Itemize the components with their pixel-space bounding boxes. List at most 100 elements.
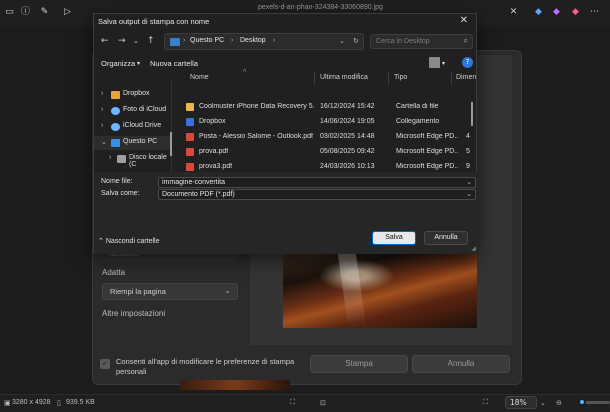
nav-item-icloud-photos[interactable]: › Foto di iCloud: [94, 104, 172, 118]
column-type[interactable]: Tipo: [394, 74, 407, 81]
pdf-icon: [186, 148, 194, 156]
view-chevron-icon[interactable]: ▾: [442, 60, 445, 67]
navigation-pane: › Dropbox › Foto di iCloud › iCloud Driv…: [94, 80, 172, 180]
icloud-photos-icon: [111, 107, 120, 115]
folder-icon: [186, 103, 194, 111]
save-button[interactable]: Salva: [372, 231, 416, 245]
zoom-slider-thumb[interactable]: [578, 398, 586, 406]
list-scrollbar[interactable]: [471, 102, 473, 126]
onenote-icon[interactable]: ◆: [551, 7, 562, 18]
address-bar[interactable]: › Questo PC › Desktop › ⌄ ↻: [164, 33, 364, 50]
expand-icon[interactable]: ›: [101, 90, 103, 97]
expand-icon[interactable]: ›: [109, 154, 111, 161]
checkmark-icon: ✓: [100, 359, 110, 369]
refresh-icon[interactable]: ↻: [353, 37, 359, 45]
breadcrumb-this-pc[interactable]: Questo PC: [190, 37, 224, 44]
file-type: Cartella di file: [396, 103, 439, 110]
chevron-down-icon: ⌄: [224, 286, 231, 295]
nav-scrollbar[interactable]: [170, 132, 172, 156]
file-modified: 03/02/2025 14:48: [320, 133, 375, 140]
nav-item-dropbox[interactable]: › Dropbox: [94, 88, 172, 102]
file-row[interactable]: Posta - Alessio Salome - Outlook.pdf 03/…: [180, 130, 478, 145]
nav-item-icloud-drive[interactable]: › iCloud Drive: [94, 120, 172, 134]
save-fields: Nome file: immagine-convertita ⌄ Salva c…: [94, 172, 478, 202]
column-divider[interactable]: [314, 72, 315, 85]
clipchamp-icon[interactable]: ◆: [570, 7, 581, 18]
fit-label: Adatta: [102, 268, 126, 277]
chevron-down-icon: ⌄: [466, 191, 472, 198]
close-tab-icon[interactable]: ✕: [508, 7, 519, 18]
nav-item-label: Dropbox: [123, 90, 150, 97]
save-dialog: Salva output di stampa con nome ✕ ← → ⌄ …: [93, 13, 478, 254]
collapse-icon[interactable]: ⌄: [101, 138, 107, 146]
file-row[interactable]: prova.pdf 05/08/2025 09:42 Microsoft Edg…: [180, 145, 478, 160]
icloud-drive-icon: [111, 123, 120, 131]
hide-folders-button[interactable]: ⌃ Nascondi cartelle: [98, 237, 160, 245]
more-settings-link[interactable]: Altre impostazioni: [102, 309, 165, 318]
file-modified: 16/12/2024 15:42: [320, 103, 375, 110]
cancel-button[interactable]: Annulla: [424, 231, 468, 245]
filmstrip: [180, 380, 290, 390]
crop-icon[interactable]: ⊡: [320, 399, 326, 407]
help-icon[interactable]: ?: [462, 57, 473, 68]
nav-item-local-disk[interactable]: › Disco locale (C: [94, 152, 172, 168]
more-icon[interactable]: ⋯: [589, 7, 600, 18]
preview-photo: [283, 253, 477, 328]
address-chevron-icon[interactable]: ⌄: [339, 37, 345, 45]
column-modified[interactable]: Ultima modifica: [320, 74, 368, 81]
chevron-down-icon[interactable]: ⌄: [466, 178, 472, 186]
consent-text: Consenti all'app di modificare le prefer…: [116, 357, 295, 376]
nav-item-label: Questo PC: [123, 138, 158, 145]
forward-icon[interactable]: →: [118, 36, 126, 46]
file-name: Dropbox: [199, 118, 226, 125]
close-icon[interactable]: ✕: [460, 15, 468, 26]
image-icon: ▣: [4, 400, 11, 407]
fullscreen-icon[interactable]: ⛶: [483, 399, 488, 407]
column-name[interactable]: Nome: [190, 74, 209, 81]
share-icon[interactable]: ◆: [533, 7, 544, 18]
file-type: Microsoft Edge PD...: [396, 133, 458, 140]
view-options-icon[interactable]: [429, 57, 440, 68]
resize-grip-icon[interactable]: ◢: [471, 245, 476, 252]
fit-window-icon[interactable]: ⛶: [290, 399, 295, 407]
zoom-level[interactable]: 18%: [505, 396, 537, 409]
print-button[interactable]: Stampa: [310, 355, 408, 373]
column-divider[interactable]: [451, 72, 452, 85]
up-icon[interactable]: ↑: [147, 36, 155, 46]
image-dimensions: 3280 x 4928: [12, 399, 51, 406]
expand-icon[interactable]: ›: [101, 122, 103, 129]
print-cancel-button[interactable]: Annulla: [412, 355, 510, 373]
history-chevron-icon[interactable]: ⌄: [133, 37, 139, 45]
savetype-value: Documento PDF (*.pdf): [162, 191, 235, 198]
chevron-up-icon: ⌃: [98, 238, 106, 245]
file-row[interactable]: Coolmuster iPhone Data Recovery 5.3.10 .…: [180, 100, 478, 115]
new-folder-button[interactable]: Nuova cartella: [150, 59, 198, 68]
filename-label: Nome file:: [101, 178, 133, 185]
zoom-out-icon[interactable]: ⊖: [556, 399, 562, 407]
fit-select[interactable]: Riempi la pagina ⌄: [102, 283, 238, 300]
window-title: pexels-d-an-phan-324384-33060890.jpg: [258, 4, 383, 11]
zoom-dropdown-icon[interactable]: ⌄: [540, 399, 546, 407]
column-size[interactable]: Dimen: [456, 74, 476, 81]
expand-icon[interactable]: ›: [101, 106, 103, 113]
column-divider[interactable]: [388, 72, 389, 85]
filename-input[interactable]: immagine-convertita ⌄: [158, 177, 476, 188]
edit-icon[interactable]: ✎: [39, 7, 50, 18]
savetype-select[interactable]: Documento PDF (*.pdf) ⌄: [158, 189, 476, 200]
back-icon[interactable]: ←: [101, 36, 109, 46]
info-icon[interactable]: ⓘ: [20, 7, 31, 18]
slideshow-icon[interactable]: ▷: [62, 7, 73, 18]
savetype-label: Salva come:: [101, 190, 140, 197]
dropbox-folder-icon: [111, 91, 120, 99]
file-size: 5: [466, 148, 470, 155]
folder-icon[interactable]: ▭: [4, 7, 15, 18]
nav-item-this-pc[interactable]: ⌄ Questo PC: [94, 136, 172, 150]
pc-icon: [111, 139, 120, 147]
search-input[interactable]: Cerca in Desktop ⌕: [370, 34, 473, 49]
file-row[interactable]: Dropbox 14/06/2024 19:05 Collegamento: [180, 115, 478, 130]
breadcrumb-separator: ›: [231, 37, 234, 44]
zoom-slider[interactable]: [578, 398, 610, 406]
breadcrumb-desktop[interactable]: Desktop: [240, 37, 266, 44]
chevron-down-icon: ▾: [137, 61, 141, 67]
organize-menu[interactable]: Organizza: [101, 59, 135, 68]
